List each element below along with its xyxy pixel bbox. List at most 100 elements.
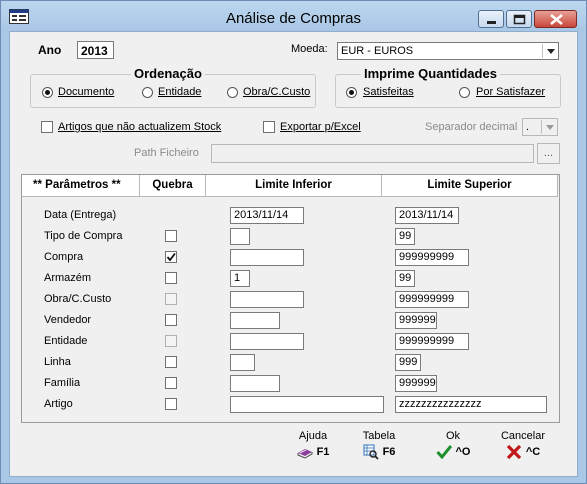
action-shortcut-row: F1 [283,444,343,460]
separador-select[interactable]: . [522,118,558,136]
separador-label: Separador decimal [425,121,518,133]
browse-button[interactable]: ... [537,143,560,164]
close-icon [550,14,563,25]
imprime-group: Imprime Quantidades Satisfeitas Por Sati… [335,66,561,108]
quebra-checkbox[interactable] [165,377,177,389]
restore-icon [513,14,526,25]
shortcut-key: ^O [455,445,471,458]
table-search-icon [363,444,379,460]
param-name: Data (Entrega) [44,209,117,221]
minimize-button[interactable] [478,10,504,28]
action-shortcut-row: ^C [493,444,553,460]
limite-superior-input[interactable]: 99 [395,228,415,245]
moeda-value: EUR - EUROS [341,45,414,57]
cancelar-button[interactable]: Cancelar ^C [493,430,553,460]
limite-inferior-input[interactable]: 2013/11/14 [230,207,304,224]
limite-inferior-input[interactable] [230,312,280,329]
quebra-checkbox[interactable] [165,356,177,368]
limite-superior-input[interactable]: 999 [395,354,421,371]
limite-inferior-input[interactable] [230,354,255,371]
limite-inferior-input[interactable] [230,228,250,245]
quebra-checkbox[interactable] [165,251,177,263]
action-label: Tabela [362,430,396,442]
radio-satisfeitas[interactable] [346,87,357,98]
close-button[interactable] [534,10,577,28]
param-name: Armazém [44,272,92,284]
parameters-table: ** Parâmetros ** Quebra Limite Inferior … [21,174,560,423]
quebra-checkbox[interactable] [165,272,177,284]
limite-inferior-input[interactable] [230,396,384,413]
chevron-down-icon[interactable] [541,120,556,134]
limite-superior-input[interactable]: 999999 [395,375,437,392]
quebra-checkbox[interactable] [165,335,177,347]
limite-inferior-input[interactable] [230,333,304,350]
limite-superior-input[interactable]: 2013/11/14 [395,207,459,224]
param-name: Linha [44,356,71,368]
radio-por-satisfazer-label: Por Satisfazer [476,86,546,98]
quebra-checkbox[interactable] [165,230,177,242]
action-shortcut-row: F6 [349,444,409,460]
param-name: Entidade [44,335,88,347]
action-shortcut-row: ^O [423,444,483,460]
minimize-icon [487,21,496,24]
limite-superior-input[interactable]: 999999999 [395,333,469,350]
quebra-checkbox[interactable] [165,398,177,410]
limite-inferior-input[interactable] [230,375,280,392]
main-window: Análise de Compras Ano 2013 Moeda: EUR -… [0,0,587,484]
maximize-button[interactable] [506,10,532,28]
param-name: Tipo de Compra [44,230,123,242]
ordenacao-title: Ordenação [131,66,205,81]
limite-superior-input[interactable]: 999999999 [395,291,469,308]
action-label: Ajuda [298,430,328,442]
ano-label: Ano [38,43,62,57]
imprime-title: Imprime Quantidades [361,66,500,81]
limite-superior-input[interactable]: 999999 [395,312,437,329]
shortcut-key: F6 [382,445,396,458]
radio-obra-ccusto[interactable] [227,87,238,98]
param-name: Vendedor [44,314,92,326]
limite-superior-input[interactable]: 99 [395,270,415,287]
path-label: Path Ficheiro [134,147,199,159]
checkmark-icon [166,252,176,262]
radio-documento-label: Documento [58,86,115,98]
action-label: Cancelar [500,430,546,442]
limite-superior-input[interactable]: 999999999 [395,249,469,266]
param-name: Obra/C.Custo [44,293,112,305]
radio-entidade[interactable] [142,87,153,98]
x-icon [506,444,521,460]
col-limite-superior: Limite Superior [382,175,558,197]
param-name: Artigo [44,398,73,410]
shortcut-key: F1 [316,445,330,458]
limite-inferior-input[interactable] [230,249,304,266]
exportar-checkbox[interactable] [263,121,275,133]
radio-entidade-label: Entidade [158,86,202,98]
chevron-down-icon[interactable] [542,44,557,58]
limite-inferior-input[interactable]: 1 [230,270,250,287]
artigos-label: Artigos que não actualizem Stock [58,121,222,133]
ajuda-button[interactable]: Ajuda F1 [283,430,343,460]
ano-input[interactable]: 2013 [77,41,114,59]
col-parametros: ** Parâmetros ** [22,175,140,197]
tabela-button[interactable]: Tabela F6 [349,430,409,460]
path-input[interactable] [211,144,534,163]
radio-obra-ccusto-label: Obra/C.Custo [243,86,311,98]
radio-satisfeitas-label: Satisfeitas [363,86,414,98]
radio-documento[interactable] [42,87,53,98]
exportar-label: Exportar p/Excel [280,121,361,133]
check-icon [435,445,452,460]
col-limite-inferior: Limite Inferior [206,175,382,197]
quebra-checkbox[interactable] [165,293,177,305]
limite-inferior-input[interactable] [230,291,304,308]
shortcut-key: ^C [525,445,541,458]
radio-por-satisfazer[interactable] [459,87,470,98]
param-name: Família [44,377,81,389]
ordenacao-group: Ordenação Documento Entidade Obra/C.Cust… [30,66,316,108]
book-icon [297,449,313,459]
artigos-checkbox[interactable] [41,121,53,133]
limite-superior-input[interactable]: zzzzzzzzzzzzzzz [395,396,547,413]
ok-button[interactable]: Ok ^O [423,430,483,460]
col-quebra: Quebra [140,175,206,197]
quebra-checkbox[interactable] [165,314,177,326]
action-label: Ok [445,430,461,442]
moeda-select[interactable]: EUR - EUROS [337,42,559,60]
